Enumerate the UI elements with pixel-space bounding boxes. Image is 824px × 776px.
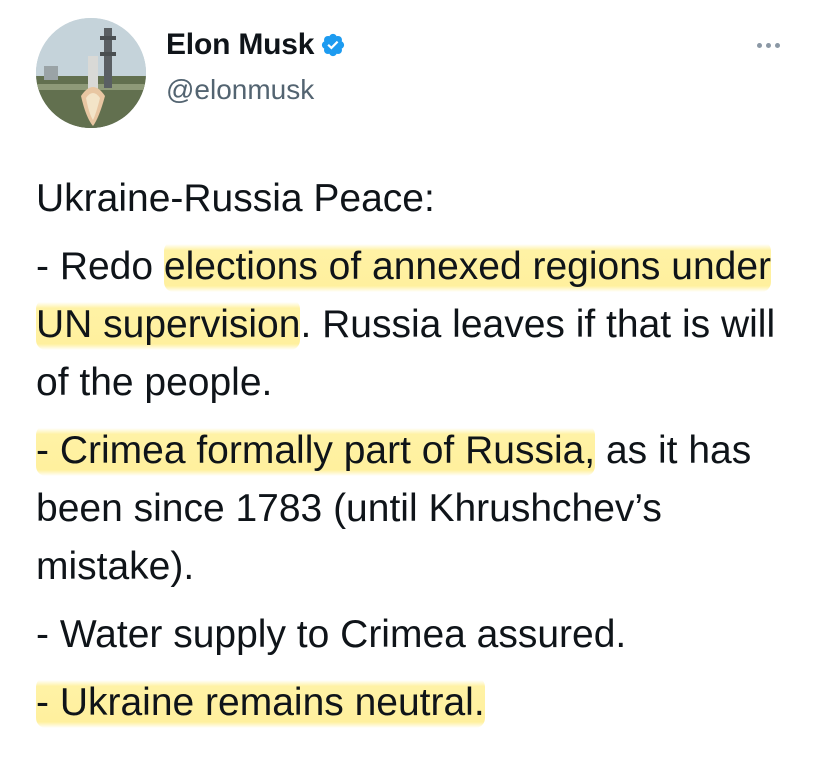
tweet-header: Elon Musk @elonmusk — [36, 18, 788, 128]
point-prefix: - Redo — [36, 245, 164, 288]
avatar[interactable] — [36, 18, 146, 128]
tweet-text: Ukraine-Russia Peace: - Redo elections o… — [36, 170, 806, 742]
highlighted-text: - Ukraine remains neutral. — [36, 677, 485, 728]
author-handle[interactable]: @elonmusk — [166, 74, 314, 106]
more-icon[interactable] — [748, 30, 788, 60]
author-display-name[interactable]: Elon Musk — [166, 28, 314, 62]
author-name-row[interactable]: Elon Musk — [166, 28, 346, 62]
tweet-point-crimea: - Crimea formally part of Russia, as it … — [36, 422, 806, 596]
tweet-point-water: - Water supply to Crimea assured. — [36, 613, 627, 656]
verified-badge-icon — [320, 32, 346, 58]
tweet-point-elections: - Redo elections of annexed regions unde… — [36, 238, 806, 412]
tweet-title: Ukraine-Russia Peace: — [36, 177, 435, 220]
highlighted-text: - Crimea formally part of Russia, — [36, 425, 596, 476]
avatar-image — [36, 18, 146, 128]
tweet-point-neutral: - Ukraine remains neutral. — [36, 674, 806, 732]
